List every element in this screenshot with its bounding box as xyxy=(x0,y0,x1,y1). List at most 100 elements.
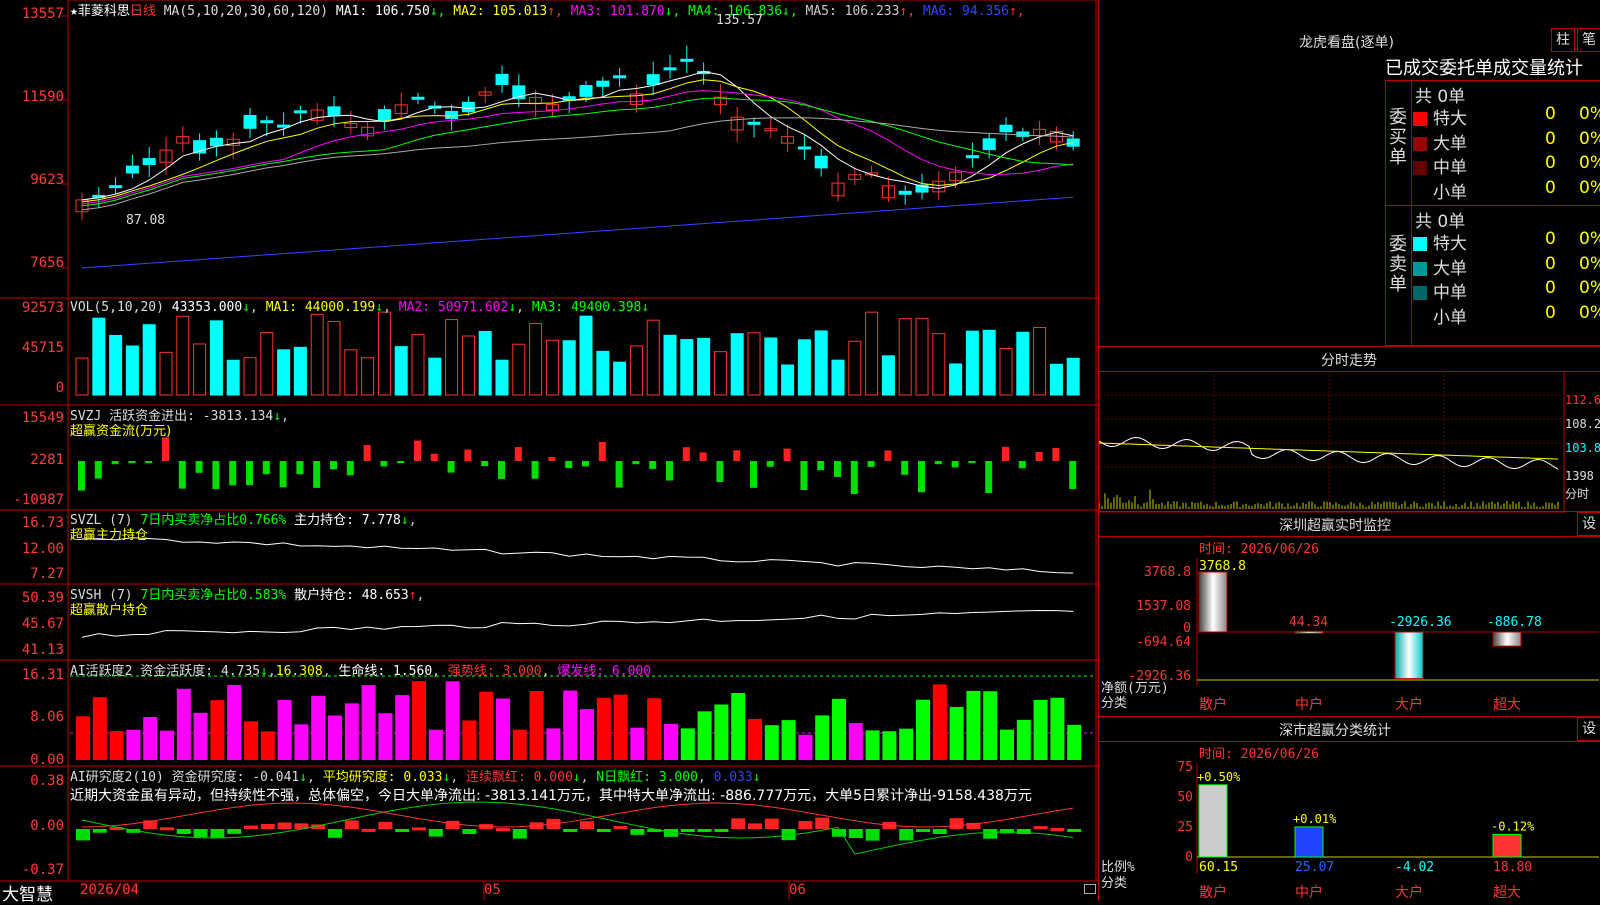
candle-body xyxy=(293,110,307,114)
high-price-marker: 135.57 xyxy=(716,13,763,28)
date-axis-may: 05 xyxy=(484,882,501,898)
right-panel: 龙虎看盘(逐单) 柱 笔 已成交委托单成交量统计 委买单 委卖单 共 0单 共 … xyxy=(1098,0,1600,901)
activity-bar xyxy=(596,697,611,760)
ma-value-1: MA1: 106.750 xyxy=(335,4,430,19)
svsh-subtitle: 超赢散户持仓 xyxy=(70,603,149,618)
tick-mode-button[interactable]: 笔 xyxy=(1577,28,1600,52)
row-value: 0 xyxy=(1545,229,1556,249)
research-bar xyxy=(1033,826,1048,830)
activity-bar xyxy=(664,723,678,760)
volume-bar xyxy=(781,364,795,396)
classify-axis-label: 75 xyxy=(1177,760,1193,775)
classify-unit: 比例% xyxy=(1101,860,1135,875)
fund-flow-bar xyxy=(632,461,640,465)
activity-bar xyxy=(76,716,90,760)
research-bar xyxy=(630,829,645,835)
research-bar xyxy=(462,829,477,834)
intraday-axis-top: 112.6 xyxy=(1565,393,1600,407)
fund-flow-bar xyxy=(565,461,573,469)
classify-category: 散户 xyxy=(1199,884,1227,901)
monitor-axis-label: 0 xyxy=(1183,621,1191,636)
ma5-line xyxy=(81,71,1074,201)
research-bar xyxy=(563,829,578,832)
candle-body xyxy=(663,67,677,71)
classify-settings-button[interactable]: 设 xyxy=(1577,717,1600,741)
activity-bar xyxy=(932,684,947,760)
volume-bar xyxy=(1033,327,1047,396)
volume-bar xyxy=(831,359,845,396)
favorite-star-icon[interactable]: ★ xyxy=(70,4,78,19)
ai-research-nred: N日飘红: 3.000 xyxy=(596,770,698,785)
kline-area[interactable]: ★菲菱科思日线 MA(5,10,20,30,60,120) MA1: 106.7… xyxy=(0,0,1098,905)
price-header: ★菲菱科思日线 MA(5,10,20,30,60,120) MA1: 106.7… xyxy=(70,0,1025,19)
activity-bar xyxy=(395,695,410,760)
row-name: 中单 xyxy=(1433,158,1467,178)
volume-bar xyxy=(512,343,526,396)
svsh-axis-bottom: 41.13 xyxy=(21,642,64,658)
volume-bar xyxy=(75,357,89,396)
volume-bar xyxy=(193,343,207,396)
monitor-title: 深圳超赢实时监控 xyxy=(1279,518,1391,534)
monitor-settings-button[interactable]: 设 xyxy=(1577,512,1600,536)
classify-axis-label: 25 xyxy=(1177,820,1193,835)
period-label[interactable]: 日线 xyxy=(130,4,156,19)
activity-bar xyxy=(294,724,309,760)
activity-bar xyxy=(529,691,544,760)
stock-name: 菲菱科思 xyxy=(77,4,130,19)
dragon-row-buy-rows-1: 大单 0 0% xyxy=(1413,129,1600,154)
kline-chart-canvas[interactable] xyxy=(0,0,1098,900)
research-bar xyxy=(176,829,191,834)
svzj-arrow: ↓ xyxy=(273,409,282,424)
intraday-title: 分时走势 xyxy=(1321,353,1377,369)
bar-mode-button[interactable]: 柱 xyxy=(1551,28,1575,52)
research-bar xyxy=(680,829,695,832)
candle-body xyxy=(999,124,1013,133)
row-value: 0 xyxy=(1545,302,1556,323)
fund-flow-bar xyxy=(615,461,623,488)
sell-label: 委卖单 xyxy=(1389,234,1407,295)
svzl-main: 主力持仓: 7.778 xyxy=(294,513,401,528)
research-bar xyxy=(428,829,443,837)
ma-values: MA1: 106.750↓, MA2: 105.013↑, MA3: 101.8… xyxy=(336,4,1025,19)
vol-axis-zero: 0 xyxy=(55,380,64,396)
price-axis-4: 7656 xyxy=(30,255,64,271)
fund-flow-bar xyxy=(447,461,455,473)
volume-bar xyxy=(159,351,173,396)
research-bar xyxy=(92,829,107,833)
intraday-time-label: 分时 xyxy=(1565,487,1590,501)
classify-bar xyxy=(1294,826,1324,858)
dragon-divider xyxy=(1385,205,1600,206)
fund-flow-bar xyxy=(531,461,539,479)
price-axis-top: 13557 xyxy=(21,6,64,22)
lock-icon[interactable] xyxy=(1084,884,1096,894)
volume-bar xyxy=(881,355,895,396)
monitor-panel: 深圳超赢实时监控 设 时间: 2026/06/26 3768.8 1537.08 0… xyxy=(1099,511,1600,717)
monitor-bar xyxy=(1492,631,1522,647)
activity-bar xyxy=(563,690,578,760)
volume-bar xyxy=(663,334,677,396)
intraday-axis-mid: 108.2 xyxy=(1565,417,1600,431)
ai-research-red: 连续飘红: 0.000 xyxy=(466,770,573,785)
monitor-category: 散户 xyxy=(1199,696,1227,713)
row-percent: 0% xyxy=(1579,229,1600,249)
volume-bar xyxy=(545,339,559,396)
fund-flow-bar xyxy=(666,461,673,481)
volume-bar xyxy=(848,340,862,396)
row-percent: 0% xyxy=(1579,278,1600,298)
activity-bar xyxy=(227,684,242,760)
activity-bar xyxy=(731,693,746,760)
buy-label: 委买单 xyxy=(1389,107,1407,168)
ma10-line xyxy=(81,79,1074,203)
row-name: 特大 xyxy=(1433,109,1467,129)
vol-title: VOL(5,10,20) xyxy=(70,300,164,315)
activity-bar xyxy=(966,690,981,760)
intraday-panel[interactable]: 分时走势 112.6 108.2 103.8 1398 分时 xyxy=(1099,346,1600,513)
fund-flow-bar xyxy=(800,461,808,490)
intraday-chart[interactable] xyxy=(1099,371,1600,513)
activity-bar xyxy=(126,729,141,760)
row-value: 0 xyxy=(1545,177,1556,198)
volume-bar xyxy=(646,319,660,396)
row-value: 0 xyxy=(1545,253,1556,274)
row-percent: 0% xyxy=(1579,177,1600,198)
volume-bar xyxy=(209,320,223,396)
